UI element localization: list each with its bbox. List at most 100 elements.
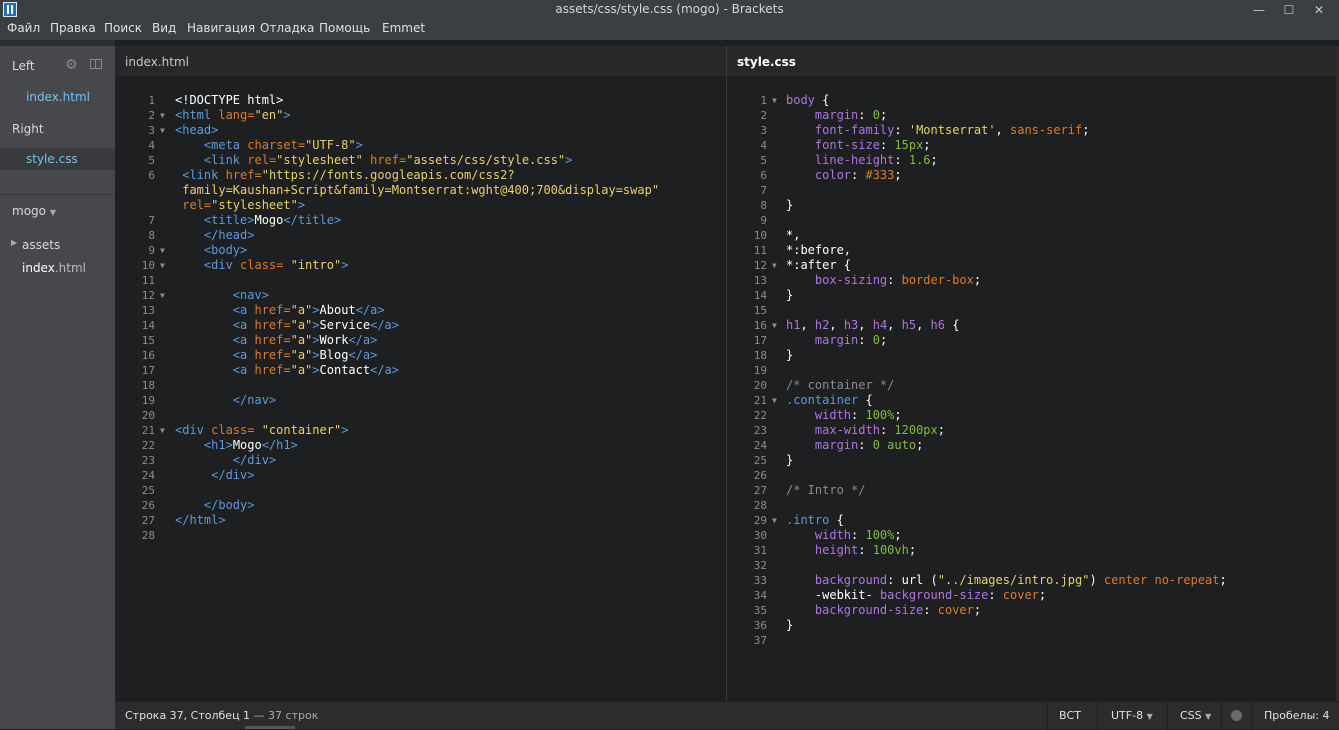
code-line[interactable]: family=Kaushan+Script&family=Montserrat:… (175, 183, 659, 198)
code-line[interactable]: .intro { (786, 513, 1227, 528)
code-line[interactable]: <a href="a">Blog</a> (175, 348, 659, 363)
code-line[interactable]: margin: 0; (786, 108, 1227, 123)
code-line[interactable] (786, 633, 1227, 648)
code-line[interactable]: width: 100%; (786, 528, 1227, 543)
code-line[interactable]: <div class= "container"> (175, 423, 659, 438)
code-area[interactable]: <!DOCTYPE html> <html lang="en"> <head> <m… (175, 93, 659, 543)
code-line[interactable]: -webkit- background-size: cover; (786, 588, 1227, 603)
insert-mode-toggle[interactable]: ВСТ (1059, 709, 1081, 722)
code-line[interactable]: <h1>Mogo</h1> (175, 438, 659, 453)
fold-arrow-icon[interactable]: ▼ (772, 93, 777, 108)
code-line[interactable]: /* Intro */ (786, 483, 1227, 498)
code-line[interactable]: <body> (175, 243, 659, 258)
folder-assets[interactable]: assets (22, 238, 60, 252)
code-line[interactable]: </div> (175, 453, 659, 468)
maximize-button[interactable]: ☐ (1274, 0, 1304, 20)
code-line[interactable]: *:before, (786, 243, 1227, 258)
code-line[interactable]: *:after { (786, 258, 1227, 273)
code-line[interactable]: <title>Mogo</title> (175, 213, 659, 228)
encoding-dropdown[interactable]: UTF-8 ▼ (1111, 709, 1153, 722)
code-line[interactable] (786, 183, 1227, 198)
menu-find[interactable]: Поиск (104, 21, 142, 35)
code-line[interactable]: margin: 0; (786, 333, 1227, 348)
code-line[interactable]: </html> (175, 513, 659, 528)
close-button[interactable]: ✕ (1304, 0, 1334, 20)
code-line[interactable] (175, 378, 659, 393)
project-file-index[interactable]: index.html (22, 261, 86, 275)
code-line[interactable] (175, 408, 659, 423)
fold-arrow-icon[interactable]: ▼ (160, 288, 165, 303)
menu-emmet[interactable]: Emmet (382, 21, 425, 35)
code-line[interactable] (786, 558, 1227, 573)
fold-arrow-icon[interactable]: ▼ (160, 123, 165, 138)
code-line[interactable] (175, 273, 659, 288)
code-line[interactable]: } (786, 288, 1227, 303)
code-line[interactable]: height: 100vh; (786, 543, 1227, 558)
code-line[interactable]: body { (786, 93, 1227, 108)
code-line[interactable]: color: #333; (786, 168, 1227, 183)
code-line[interactable]: h1, h2, h3, h4, h5, h6 { (786, 318, 1227, 333)
code-line[interactable] (175, 528, 659, 543)
code-line[interactable]: /* container */ (786, 378, 1227, 393)
code-line[interactable]: <link href="https://fonts.googleapis.com… (175, 168, 659, 183)
code-line[interactable]: <a href="a">Contact</a> (175, 363, 659, 378)
code-line[interactable]: </nav> (175, 393, 659, 408)
linter-status-icon[interactable] (1231, 710, 1242, 721)
pane-title-right[interactable]: style.css (737, 55, 796, 69)
code-line[interactable]: .container { (786, 393, 1227, 408)
fold-arrow-icon[interactable]: ▼ (772, 258, 777, 273)
menu-navigate[interactable]: Навигация (187, 21, 255, 35)
fold-arrow-icon[interactable]: ▼ (160, 258, 165, 273)
code-line[interactable]: <a href="a">Service</a> (175, 318, 659, 333)
indent-setting[interactable]: Пробелы: 4 (1264, 709, 1329, 722)
code-line[interactable] (786, 498, 1227, 513)
code-line[interactable]: font-size: 15px; (786, 138, 1227, 153)
editor-pane-left[interactable]: index.html 1 2 ▼ 3 ▼ 4 5 6 7 8 9 ▼ 10 ▼ 11 12 ▼ 13 14 15 16 1… (115, 46, 726, 701)
code-line[interactable]: <a href="a">Work</a> (175, 333, 659, 348)
editor-pane-right[interactable]: style.css 1 ▼ 2 3 4 5 6 7 8 9 10 11 12 ▼ 13 14 15 16 ▼ 17 18… (727, 46, 1339, 701)
code-line[interactable]: width: 100%; (786, 408, 1227, 423)
code-line[interactable] (786, 468, 1227, 483)
code-line[interactable] (786, 363, 1227, 378)
code-line[interactable]: max-width: 1200px; (786, 423, 1227, 438)
code-line[interactable]: <head> (175, 123, 659, 138)
code-line[interactable]: <meta charset="UTF-8"> (175, 138, 659, 153)
code-line[interactable]: rel="stylesheet"> (175, 198, 659, 213)
code-line[interactable] (786, 213, 1227, 228)
gear-icon[interactable]: ⚙ (65, 57, 78, 73)
code-line[interactable]: </head> (175, 228, 659, 243)
code-line[interactable]: font-family: 'Montserrat', sans-serif; (786, 123, 1227, 138)
code-line[interactable] (175, 483, 659, 498)
code-area[interactable]: body { margin: 0; font-family: 'Montserr… (786, 93, 1227, 648)
code-line[interactable]: </body> (175, 498, 659, 513)
fold-arrow-icon[interactable]: ▼ (160, 243, 165, 258)
folder-collapsed-icon[interactable]: ▶ (11, 238, 17, 247)
cursor-position[interactable]: Строка 37, Столбец 1 — 37 строк (125, 709, 318, 722)
code-line[interactable]: background-size: cover; (786, 603, 1227, 618)
pane-title-left[interactable]: index.html (125, 55, 189, 69)
code-line[interactable]: <!DOCTYPE html> (175, 93, 659, 108)
menu-edit[interactable]: Правка (50, 21, 96, 35)
code-line[interactable]: <nav> (175, 288, 659, 303)
code-line[interactable]: background: url ("../images/intro.jpg") … (786, 573, 1227, 588)
fold-arrow-icon[interactable]: ▼ (772, 513, 777, 528)
code-line[interactable]: } (786, 618, 1227, 633)
minimize-button[interactable]: — (1244, 0, 1274, 20)
project-dropdown[interactable]: mogo ▼ (12, 204, 56, 218)
menu-help[interactable]: Помощь (319, 21, 370, 35)
working-file-index[interactable]: index.html (26, 90, 90, 104)
menu-view[interactable]: Вид (152, 21, 176, 35)
menu-debug[interactable]: Отладка (260, 21, 314, 35)
fold-arrow-icon[interactable]: ▼ (772, 393, 777, 408)
code-line[interactable]: } (786, 198, 1227, 213)
language-dropdown[interactable]: CSS ▼ (1180, 709, 1211, 722)
fold-arrow-icon[interactable]: ▼ (160, 423, 165, 438)
code-line[interactable]: } (786, 453, 1227, 468)
code-line[interactable]: <html lang="en"> (175, 108, 659, 123)
code-line[interactable]: box-sizing: border-box; (786, 273, 1227, 288)
code-line[interactable]: <a href="a">About</a> (175, 303, 659, 318)
code-line[interactable] (786, 303, 1227, 318)
fold-arrow-icon[interactable]: ▼ (772, 318, 777, 333)
code-line[interactable]: *, (786, 228, 1227, 243)
code-line[interactable]: margin: 0 auto; (786, 438, 1227, 453)
